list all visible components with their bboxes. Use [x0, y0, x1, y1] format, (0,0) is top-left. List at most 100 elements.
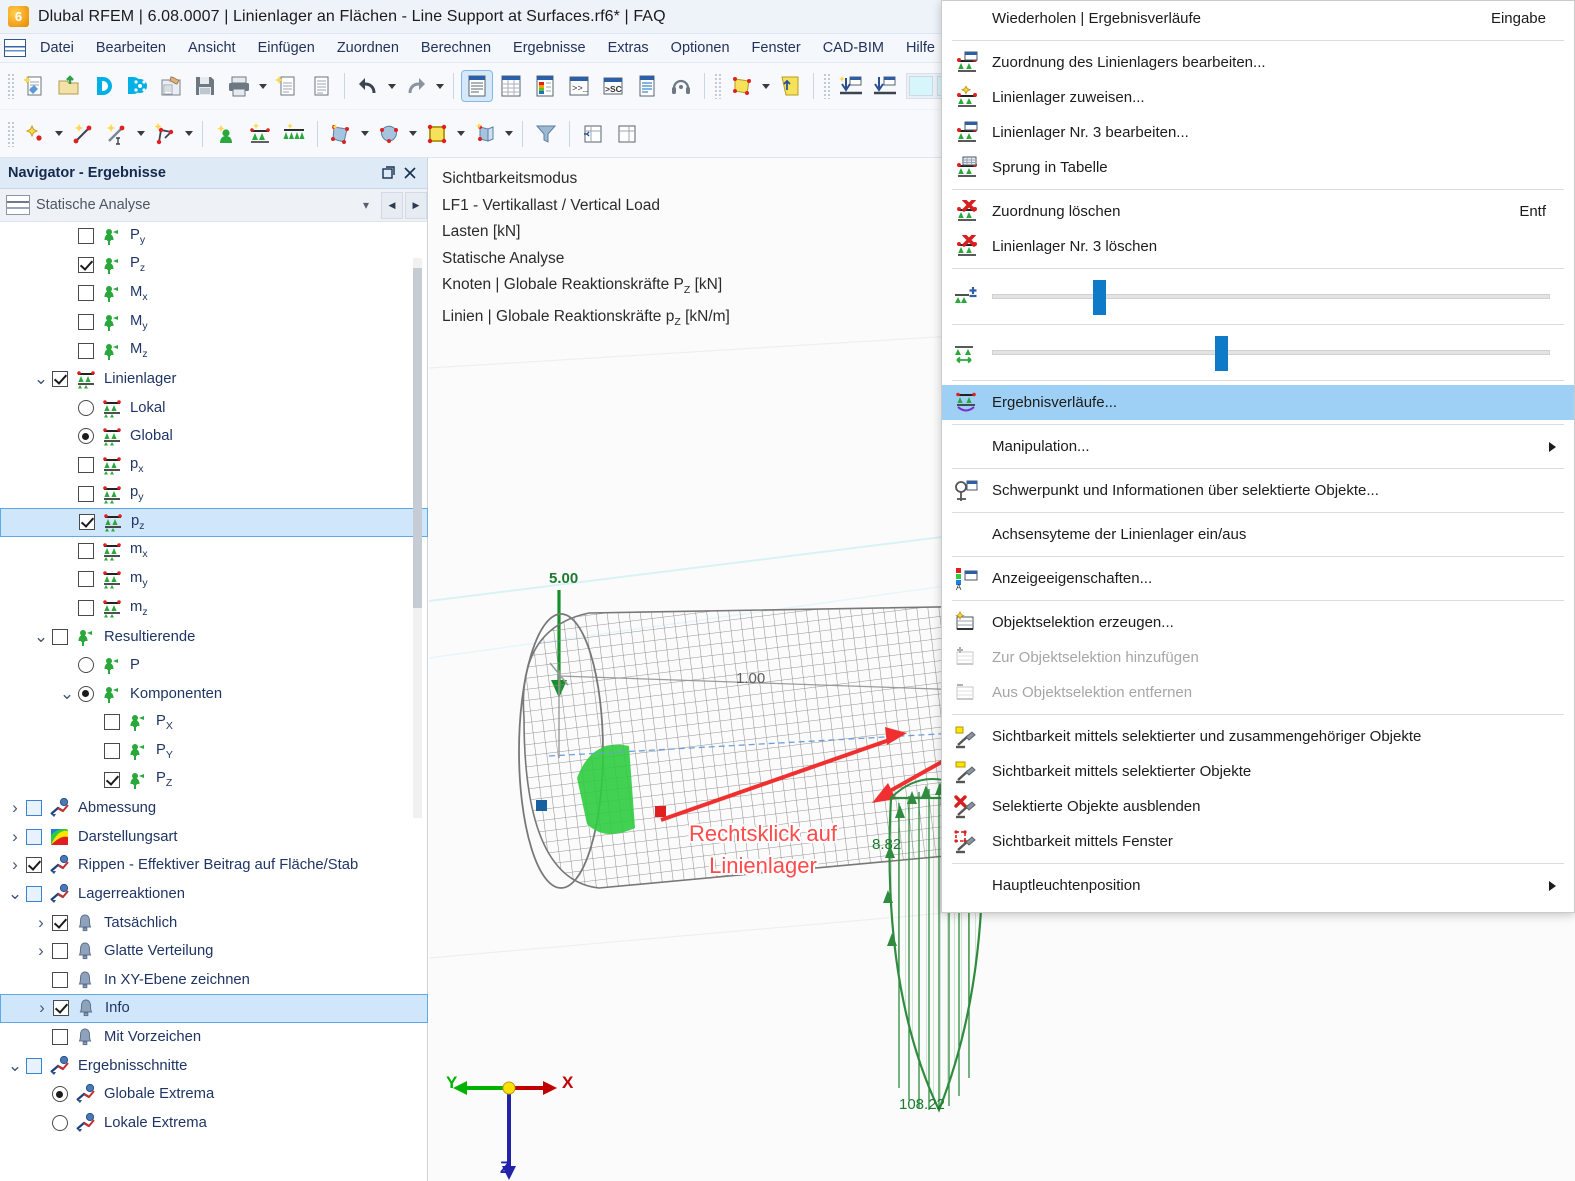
menu-item-einfuegen[interactable]: Einfügen — [247, 37, 326, 59]
checkbox[interactable] — [52, 371, 68, 388]
tree-item-rippen-effektiver-beitrag-auf-fl-che-stab[interactable]: › Rippen - Effektiver Beitrag auf Fläche/… — [0, 851, 428, 880]
menu-item-zuordnen[interactable]: Zuordnen — [326, 37, 410, 59]
radio-button[interactable] — [78, 685, 94, 702]
new-line-segment-icon[interactable] — [102, 119, 132, 149]
chevron-right-icon[interactable]: › — [4, 827, 26, 847]
table-right-icon[interactable] — [612, 119, 642, 149]
table-window-icon[interactable] — [496, 71, 526, 101]
checkbox[interactable] — [26, 885, 42, 902]
menu-item-extras[interactable]: Extras — [597, 37, 660, 59]
slider-thumb[interactable] — [1215, 336, 1229, 371]
radio-button[interactable] — [78, 399, 94, 416]
checkbox[interactable] — [78, 228, 94, 245]
chevron-down-icon[interactable]: ⌄ — [4, 1057, 26, 1074]
checkbox[interactable] — [78, 571, 94, 588]
new-opening-icon[interactable] — [422, 119, 452, 149]
menu-item-bearbeiten[interactable]: Bearbeiten — [85, 37, 177, 59]
menu-item-fenster[interactable]: Fenster — [741, 37, 812, 59]
chevron-down-icon[interactable]: ⌄ — [30, 370, 52, 387]
tree-item-px[interactable]: px — [0, 451, 428, 480]
pin-icon[interactable] — [377, 162, 399, 184]
tree-item-global[interactable]: Global — [0, 422, 428, 451]
radio-button[interactable] — [52, 1114, 68, 1131]
navigator-scrollbar[interactable] — [413, 258, 422, 818]
radio-button[interactable] — [78, 428, 94, 445]
checkbox[interactable] — [52, 628, 68, 645]
slider-track[interactable] — [992, 336, 1550, 371]
tree-item-ergebnisschnitte[interactable]: ⌄ Ergebnisschnitte — [0, 1051, 428, 1080]
new-node-icon[interactable] — [20, 119, 50, 149]
tree-item-info[interactable]: › Info — [0, 994, 428, 1023]
menu-item-linienlager-nr-3-löschen[interactable]: Linienlager Nr. 3 löschen — [942, 229, 1574, 264]
menu-item-linienlager-nr-3-bearbeiten[interactable]: Linienlager Nr. 3 bearbeiten... — [942, 115, 1574, 150]
checkbox[interactable] — [52, 971, 68, 988]
dlubal-center-icon[interactable] — [88, 71, 118, 101]
menu-item-berechnen[interactable]: Berechnen — [410, 37, 502, 59]
chevron-right-icon[interactable]: › — [31, 998, 53, 1018]
tree-item-darstellungsart[interactable]: › Darstellungsart — [0, 822, 428, 851]
tree-item-py[interactable]: PY — [0, 737, 428, 766]
tree-item-mx[interactable]: Mx — [0, 279, 428, 308]
tree-item-in-xy-ebene-zeichnen[interactable]: In XY-Ebene zeichnen — [0, 965, 428, 994]
next-icon[interactable]: ▶ — [405, 191, 427, 219]
chevron-down-icon[interactable]: ⌄ — [30, 628, 52, 645]
results-tree[interactable]: Py Pz Mx My Mz ⌄ Linienlager Lokal Global px py pz m… — [0, 222, 428, 1181]
checkbox[interactable] — [26, 828, 42, 845]
tree-item-pz[interactable]: pz — [0, 507, 428, 537]
color-legend-icon[interactable] — [530, 71, 560, 101]
headset-icon[interactable] — [666, 71, 696, 101]
tree-item-px[interactable]: PX — [0, 708, 428, 737]
menu-item-achsensyteme-der-linienlager-ein-aus[interactable]: Achsensyteme der Linienlager ein/aus — [942, 517, 1574, 552]
analysis-type-combo[interactable]: Statische Analyse ▾ ◀ ▶ — [0, 189, 427, 222]
checkbox[interactable] — [26, 1057, 42, 1074]
menu-item-sichtbarkeit-mittels-selektierter-objekte[interactable]: Sichtbarkeit mittels selektierter Objekt… — [942, 754, 1574, 789]
chevron-right-icon[interactable]: › — [30, 913, 52, 933]
slider-thumb[interactable] — [1093, 280, 1107, 315]
checkbox[interactable] — [52, 1028, 68, 1045]
menu-item-sichtbarkeit-mittels-fenster[interactable]: Sichtbarkeit mittels Fenster — [942, 824, 1574, 859]
new-surface-icon[interactable] — [326, 119, 356, 149]
undo-dropdown-icon[interactable] — [385, 71, 399, 101]
checkbox[interactable] — [78, 600, 94, 617]
prev-icon[interactable]: ◀ — [381, 191, 403, 219]
tree-item-mx[interactable]: mx — [0, 537, 428, 566]
tree-item-glatte-verteilung[interactable]: › Glatte Verteilung — [0, 937, 428, 966]
tree-item-mz[interactable]: Mz — [0, 336, 428, 365]
table-left-icon[interactable] — [578, 119, 608, 149]
redo-dropdown-icon[interactable] — [433, 71, 447, 101]
menu-item-ergebnisse[interactable]: Ergebnisse — [502, 37, 597, 59]
tree-item-tats-chlich[interactable]: › Tatsächlich — [0, 908, 428, 937]
menu-item-schwerpunkt-und-informationen-über-selektierte-o[interactable]: Schwerpunkt und Informationen über selek… — [942, 473, 1574, 508]
checkbox[interactable] — [78, 256, 94, 273]
opening-dropdown-icon[interactable] — [454, 119, 468, 149]
chevron-right-icon[interactable]: › — [4, 798, 26, 818]
slider-track[interactable] — [992, 280, 1550, 315]
model-window-icon[interactable] — [461, 70, 493, 102]
menu-item-cad-bim[interactable]: CAD-BIM — [812, 37, 895, 59]
report-icon[interactable] — [306, 71, 336, 101]
new-line-icon[interactable] — [68, 119, 98, 149]
info-panel-icon[interactable] — [632, 71, 662, 101]
toolbar-grip[interactable] — [823, 73, 831, 99]
checkbox[interactable] — [53, 1000, 69, 1017]
menu-item-ergebnisverläufe[interactable]: Ergebnisverläufe... — [942, 385, 1574, 420]
chevron-down-icon[interactable]: ⌄ — [4, 885, 26, 902]
tree-item-py[interactable]: Py — [0, 222, 428, 251]
new-member-icon[interactable] — [470, 119, 500, 149]
checkbox[interactable] — [78, 342, 94, 359]
tree-item-mz[interactable]: mz — [0, 594, 428, 623]
menu-item-sichtbarkeit-mittels-selektierter-und-zusammenge[interactable]: Sichtbarkeit mittels selektierter und zu… — [942, 719, 1574, 754]
tree-item-pz[interactable]: PZ — [0, 765, 428, 794]
tree-item-lokal[interactable]: Lokal — [0, 394, 428, 423]
line-support-icon[interactable] — [245, 119, 275, 149]
tree-item-abmessung[interactable]: › Abmessung — [0, 794, 428, 823]
open-folder-icon[interactable] — [54, 71, 84, 101]
menu-item-hauptleuchtenposition[interactable]: Hauptleuchtenposition — [942, 868, 1574, 903]
filter-icon[interactable] — [531, 119, 561, 149]
radio-button[interactable] — [78, 657, 94, 674]
chevron-down-icon[interactable]: ⌄ — [56, 685, 78, 702]
nodal-support-icon[interactable] — [211, 119, 241, 149]
solid-dropdown-icon[interactable] — [406, 119, 420, 149]
system-menu-icon[interactable] — [4, 39, 26, 57]
tree-item-globale-extrema[interactable]: Globale Extrema — [0, 1080, 428, 1109]
